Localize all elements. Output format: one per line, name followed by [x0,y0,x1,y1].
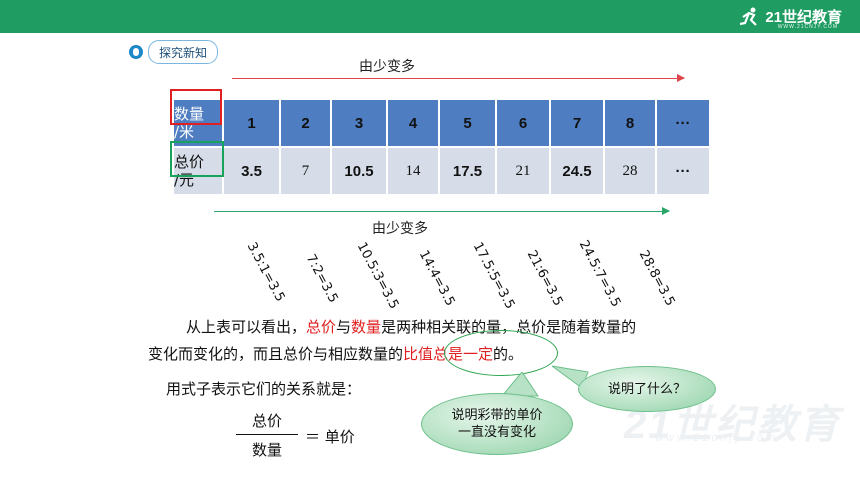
fraction-bar [236,434,298,435]
price-cell: 7 [279,146,332,196]
quantity-cell: 8 [603,98,657,148]
bottom-arrow-label: 由少变多 [372,221,428,237]
price-highlight-box [170,141,224,177]
para-text: 变化而变化的，而且总价与相应数量的 [148,345,404,363]
price-cell: 28 [603,146,657,196]
ratio-label: 14:4=3.5 [415,248,458,309]
callout-line-1: 说明彩带的单价 [451,408,543,423]
price-cell: 24.5 [549,146,605,196]
ratio-label: 28:8=3.5 [635,248,678,309]
ratio-label: 17.5:5=3.5 [469,240,518,312]
expression-rhs: ＝ 单价 [305,428,355,446]
quantity-cell: 2 [279,98,332,148]
top-arrow [232,74,685,82]
para-text: 从上表可以看出， [186,318,307,336]
quantity-cell: 3 [330,98,388,148]
bulb-icon [129,45,143,59]
callout-bubble-question: 说明了什么？ [578,366,716,412]
quantity-cell: 5 [438,98,497,148]
logo-subtext: WWW.21CNJY.COM [777,24,838,30]
quantity-cell: 1 [222,98,281,148]
watermark-url: www.21cnjy.com [655,432,779,444]
quantity-cell: 7 [549,98,605,148]
ratio-label: 24.5:7=3.5 [575,238,624,310]
price-row: 总价/元 3.5 7 10.5 14 17.5 21 24.5 28 ··· [172,146,711,196]
price-cell: 3.5 [222,146,281,196]
price-cell: 14 [386,146,440,196]
fraction-denominator: 数量 [251,441,282,459]
ratio-label: 7:2=3.5 [302,252,341,306]
quantity-cell: 6 [495,98,551,148]
price-cell: 10.5 [330,146,388,196]
expression-intro: 用式子表示它们的关系就是： [166,380,362,398]
top-banner: 21世纪教育 WWW.21CNJY.COM [0,0,860,33]
quantity-header-line2: /米 [174,123,195,141]
ratio-label: 3.5:1=3.5 [243,240,288,305]
ratio-label: 21:6=3.5 [523,248,566,309]
para-highlight-quantity: 数量 [351,318,382,336]
ratio-highlight-ellipse [444,330,558,376]
para-text: 与 [336,318,352,336]
quantity-row: 数量/米 1 2 3 4 5 6 7 8 ··· [172,98,711,148]
quantity-highlight-box [170,89,222,125]
callout-bubble-explanation: 说明彩带的单价 一直没有变化 [421,393,573,455]
fraction-numerator: 总价 [251,412,282,430]
section-tag: 探究新知 [129,40,219,64]
paragraph-line-1: 从上表可以看出，总价与数量是两种相关联的量，总价是随着数量的 [148,314,748,341]
section-tag-label: 探究新知 [148,40,219,64]
ratio-label: 10.5:3=3.5 [353,240,402,312]
price-cell: ··· [655,146,711,196]
price-cell: 21 [495,146,551,196]
site-logo: 21世纪教育 WWW.21CNJY.COM [739,4,842,30]
callout-line-2: 一直没有变化 [457,425,536,440]
para-highlight-total: 总价 [306,318,337,336]
fraction: 总价 数量 [236,410,298,461]
callout-text: 说明彩带的单价 一直没有变化 [451,407,542,441]
quantity-cell: 4 [386,98,440,148]
price-cell: 17.5 [438,146,497,196]
bottom-arrow [214,207,670,215]
runner-logo-icon [740,7,758,26]
top-arrow-label: 由少变多 [359,59,415,75]
data-table: 数量/米 1 2 3 4 5 6 7 8 ··· 总价/元 3.5 7 10.5… [172,98,711,196]
quantity-cell: ··· [655,98,711,148]
